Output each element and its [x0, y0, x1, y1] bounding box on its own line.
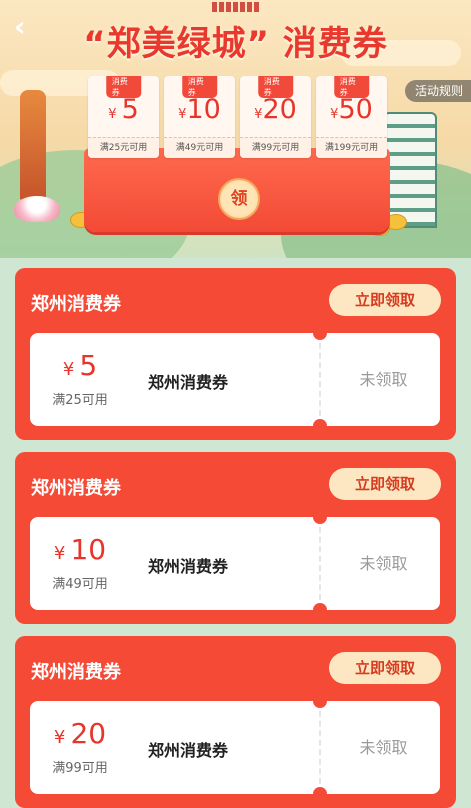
coupon-condition: 满25可用	[52, 393, 108, 408]
claim-now-button[interactable]: 立即领取	[329, 468, 441, 500]
mini-coupon-condition: 满199元可用	[316, 137, 387, 158]
lotus-illustration	[14, 196, 60, 222]
claim-icon[interactable]: 领	[218, 178, 260, 220]
coupon-condition: 满49可用	[52, 577, 108, 592]
mini-coupon-value: ¥20	[254, 94, 297, 125]
logo-mark	[212, 2, 260, 12]
ticket-notch	[313, 517, 327, 524]
rules-button[interactable]: 活动规则	[404, 80, 471, 102]
mini-coupon: 消费券 ¥ 5 满25元可用	[88, 76, 159, 158]
mini-coupon-value: ¥ 5	[108, 94, 139, 125]
coupon-amount: ¥ 10	[53, 533, 107, 566]
mini-coupon: 消费券 ¥50 满199元可用	[316, 76, 387, 158]
coupon-ticket: ¥ 5 满25可用 郑州消费券 未领取	[30, 333, 440, 426]
claim-now-button[interactable]: 立即领取	[329, 284, 441, 316]
coupon-section-title: 郑州消费券	[31, 478, 121, 499]
coupon-condition: 满99可用	[52, 761, 108, 776]
page-title: “郑美绿城” 消费券	[83, 24, 388, 64]
coupon-card: 郑州消费券 立即领取 ¥ 20 满99可用 郑州消费券 未领取	[15, 636, 456, 808]
hero-banner: ‹ “郑美绿城” 消费券 活动规则 消费券 ¥ 5 满25元可用 消费券 ¥10…	[0, 0, 471, 258]
ticket-divider	[319, 343, 321, 416]
coupon-ticket: ¥ 20 满99可用 郑州消费券 未领取	[30, 701, 440, 794]
coupon-status: 未领取	[359, 370, 408, 389]
coupon-status: 未领取	[359, 554, 408, 573]
coupon-name: 郑州消费券	[148, 557, 229, 576]
ticket-notch	[313, 787, 327, 794]
ticket-notch	[313, 701, 327, 708]
ticket-notch	[313, 419, 327, 426]
coupon-card: 郑州消费券 立即领取 ¥ 10 满49可用 郑州消费券 未领取	[15, 452, 456, 624]
ticket-notch	[313, 603, 327, 610]
coupon-status: 未领取	[359, 738, 408, 757]
ticket-notch	[313, 333, 327, 340]
mini-coupon-row: 消费券 ¥ 5 满25元可用 消费券 ¥10 满49元可用 消费券 ¥20 满9…	[88, 76, 388, 158]
coupon-amount: ¥ 5	[62, 349, 98, 382]
coupon-amount: ¥ 20	[53, 717, 107, 750]
tower-illustration	[383, 112, 437, 228]
mini-coupon: 消费券 ¥20 满99元可用	[240, 76, 311, 158]
coupon-section-title: 郑州消费券	[31, 662, 121, 683]
ticket-divider	[319, 711, 321, 784]
mini-coupon-value: ¥50	[330, 94, 373, 125]
mini-coupon-condition: 满25元可用	[88, 137, 159, 158]
coupon-card: 郑州消费券 立即领取 ¥ 5 满25可用 郑州消费券 未领取	[15, 268, 456, 440]
mini-coupon-value: ¥10	[178, 94, 221, 125]
claim-now-button[interactable]: 立即领取	[329, 652, 441, 684]
mini-coupon-condition: 满99元可用	[240, 137, 311, 158]
pagoda-illustration	[20, 90, 46, 200]
ticket-divider	[319, 527, 321, 600]
coupon-name: 郑州消费券	[148, 373, 229, 392]
mini-coupon: 消费券 ¥10 满49元可用	[164, 76, 235, 158]
mini-coupon-condition: 满49元可用	[164, 137, 235, 158]
coupon-section-title: 郑州消费券	[31, 294, 121, 315]
coupon-name: 郑州消费券	[148, 741, 229, 760]
coupon-ticket: ¥ 10 满49可用 郑州消费券 未领取	[30, 517, 440, 610]
